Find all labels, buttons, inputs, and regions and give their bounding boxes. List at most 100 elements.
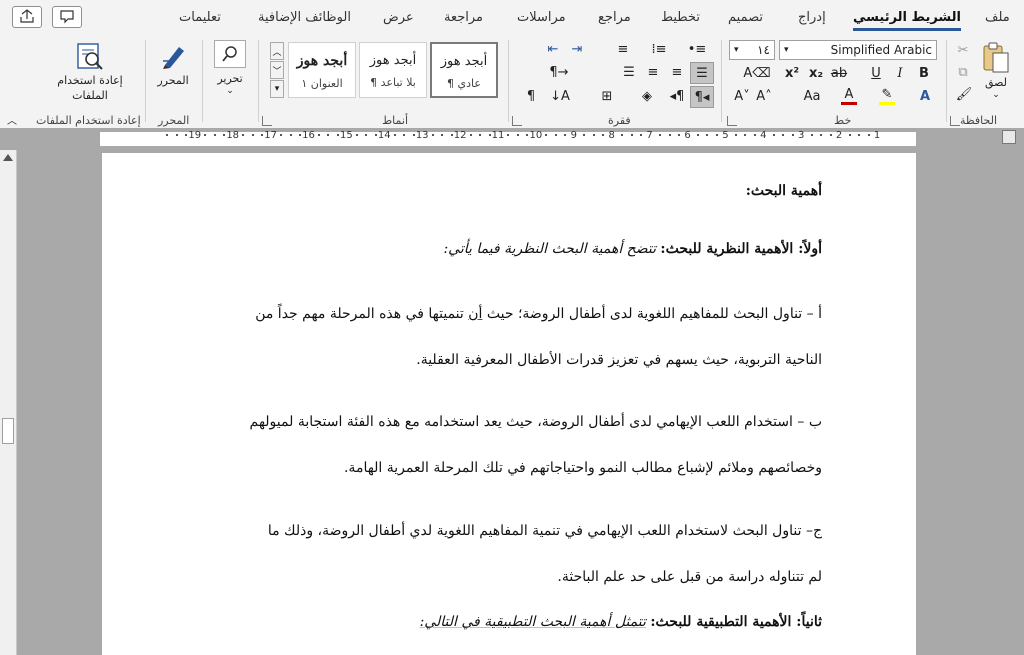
ruler-tick	[469, 134, 472, 136]
paste-label[interactable]: لصق	[980, 76, 1012, 89]
paragraph-c-line2: لم تتناوله دراسة من قبل على حد علم الباح…	[557, 569, 822, 585]
styles-dialog-launcher[interactable]	[262, 116, 272, 126]
clear-formatting-button[interactable]: A⌫	[743, 63, 771, 83]
style-preview: أبجد هوز	[296, 53, 348, 69]
sort-button[interactable]: ↓A	[548, 86, 572, 106]
reuse-files-label-2: الملفات	[72, 89, 108, 102]
collapse-ribbon-button[interactable]: ︿	[4, 112, 20, 127]
ruler-tick	[867, 134, 870, 136]
ruler-number: 15	[340, 130, 353, 141]
styles-more[interactable]: ▾	[270, 80, 284, 98]
increase-indent-button[interactable]: ⇥	[566, 40, 588, 58]
font-dialog-launcher[interactable]	[727, 116, 737, 126]
find-button[interactable]	[214, 40, 246, 68]
tab-help[interactable]: تعليمات	[179, 10, 221, 25]
ruler-number: 2	[835, 130, 843, 141]
ruler-tick	[545, 134, 548, 136]
editor-button[interactable]	[158, 40, 190, 72]
font-size-select[interactable]: ١٤ ▾	[729, 40, 775, 60]
superscript-button[interactable]: x²	[782, 63, 802, 83]
underline-button[interactable]: U	[866, 63, 886, 83]
italic-button[interactable]: I	[890, 63, 910, 83]
font-size-value: ١٤	[757, 43, 770, 57]
tab-design[interactable]: تصميم	[728, 10, 763, 25]
justify-button[interactable]: ☰	[618, 62, 640, 82]
align-center-button[interactable]: ≡	[666, 62, 688, 82]
bullets-button[interactable]: •≡	[686, 40, 708, 58]
cut-button[interactable]: ✂	[956, 42, 970, 58]
editor-label: المحرر	[157, 74, 189, 87]
share-button[interactable]	[12, 6, 42, 28]
clear-formatting-icon: A⌫	[743, 65, 771, 81]
ltr-text-button[interactable]: ◂¶	[666, 86, 688, 106]
tab-references[interactable]: مراجع	[598, 10, 631, 25]
tab-review[interactable]: مراجعة	[444, 10, 483, 25]
reuse-files-button[interactable]	[70, 40, 110, 74]
ruler-number: 5	[722, 130, 729, 141]
tab-selector[interactable]	[1002, 130, 1016, 144]
horizontal-ruler[interactable]: 1 2 3 4 5 6 7 8 9 10 11 12 13 14 15 16 17 18 19	[0, 128, 1024, 150]
shrink-font-icon: A˅	[734, 88, 750, 104]
font-color-button[interactable]: A	[838, 86, 860, 106]
clipboard-group-label: الحافظة	[960, 114, 998, 127]
borders-button[interactable]: ⊞	[596, 86, 618, 106]
clipboard-dialog-launcher[interactable]	[950, 116, 960, 126]
comments-button[interactable]	[52, 6, 82, 28]
ruler-number: 11	[491, 130, 505, 141]
text-run: تنميتها في هذه المرحلة مهم جداً من	[255, 306, 464, 322]
style-normal[interactable]: أبجد هوز ¶ عادي	[430, 42, 498, 98]
styles-scroll-down[interactable]: ﹀	[270, 61, 284, 79]
numbering-button[interactable]: ⁞≡	[648, 40, 670, 58]
ruler-tick	[791, 134, 794, 136]
tab-file[interactable]: ملف	[985, 10, 1010, 25]
format-painter-button[interactable]: 🖌︎	[956, 86, 973, 102]
font-name-select[interactable]: ▾ Simplified Arabic	[779, 40, 937, 60]
tab-insert[interactable]: إدراج	[798, 10, 826, 25]
multilevel-list-button[interactable]: ≡	[612, 40, 634, 58]
rtl-text-button[interactable]: ¶◂	[690, 86, 714, 108]
paste-button[interactable]	[980, 40, 1012, 76]
paragraph-dialog-launcher[interactable]	[512, 116, 522, 126]
theory-heading: أولاً: الأهمية النظرية للبحث: تتضح أهمية…	[443, 241, 822, 257]
numbering-icon: ⁞≡	[651, 41, 667, 57]
chevron-down-icon[interactable]: ⌄	[988, 90, 1004, 100]
decrease-indent-button[interactable]: ⇤	[542, 40, 564, 58]
shrink-font-button[interactable]: A˅	[732, 86, 752, 106]
ruler-tick	[583, 134, 586, 136]
chevron-down-icon[interactable]: ⌄	[222, 86, 238, 96]
align-right-button[interactable]: ☰	[690, 62, 714, 84]
bold-button[interactable]: B	[914, 63, 934, 83]
tab-layout[interactable]: تخطيط	[661, 10, 700, 25]
styles-scroll-up[interactable]: ︿	[270, 42, 284, 60]
document-page[interactable]: أهمية البحث: أولاً: الأهمية النظرية للبح…	[102, 153, 916, 655]
tab-addins[interactable]: الوظائف الإضافية	[258, 10, 351, 25]
vertical-scrollbar[interactable]	[0, 150, 17, 655]
grow-font-button[interactable]: A˄	[754, 86, 774, 106]
bullets-icon: •≡	[687, 41, 707, 57]
style-preview: أبجد هوز	[369, 53, 417, 68]
reuse-files-group-label: إعادة استخدام الملفات	[36, 114, 141, 127]
align-left-icon: ≡	[647, 64, 659, 80]
style-no-spacing[interactable]: أبجد هوز ¶ بلا تباعد	[359, 42, 427, 98]
tab-view[interactable]: عرض	[383, 10, 414, 25]
subscript-button[interactable]: x₂	[806, 63, 826, 83]
ruler-tick	[753, 134, 756, 136]
reuse-files-icon	[77, 43, 103, 70]
copy-button[interactable]: ⧉	[956, 64, 970, 80]
strikethrough-button[interactable]: ab	[828, 63, 850, 83]
align-center-icon: ≡	[671, 64, 683, 80]
ltr-direction-button[interactable]: ¶→	[548, 62, 570, 82]
text-effects-button[interactable]: A	[914, 86, 936, 106]
highlight-button[interactable]: ✎	[876, 86, 898, 106]
scroll-thumb[interactable]	[2, 418, 14, 444]
change-case-button[interactable]: Aa	[798, 86, 826, 106]
scroll-up-arrow[interactable]	[3, 154, 13, 161]
editing-label[interactable]: تحرير	[208, 72, 252, 85]
tab-mailings[interactable]: مراسلات	[517, 10, 566, 25]
style-heading1[interactable]: أبجد هوز العنوان ١	[288, 42, 356, 98]
paragraph-b-line1: ب – استخدام اللعب الإيهامي لدى أطفال الر…	[249, 414, 822, 430]
tab-home[interactable]: الشريط الرئيسي	[853, 10, 961, 31]
shading-button[interactable]: ◈	[636, 86, 658, 106]
align-left-button[interactable]: ≡	[642, 62, 664, 82]
show-marks-button[interactable]: ¶	[520, 86, 542, 106]
